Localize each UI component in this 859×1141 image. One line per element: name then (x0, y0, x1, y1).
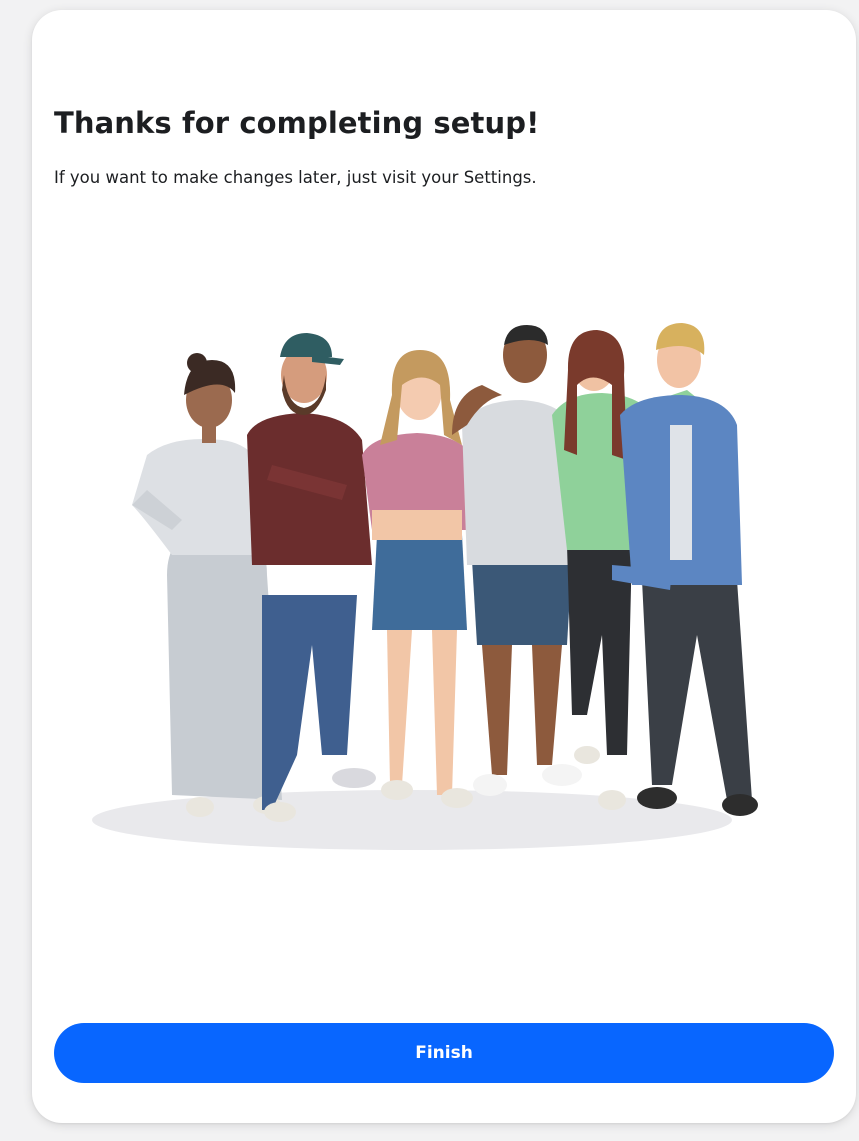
dialog-subtitle: If you want to make changes later, just … (54, 168, 537, 187)
finish-button[interactable]: Finish (54, 1023, 834, 1083)
setup-complete-dialog: Thanks for completing setup! If you want… (32, 10, 856, 1123)
dialog-title: Thanks for completing setup! (54, 106, 540, 140)
avatar-4 (452, 325, 582, 796)
avatars-group-illustration (92, 323, 758, 850)
avatar-6 (612, 323, 758, 816)
